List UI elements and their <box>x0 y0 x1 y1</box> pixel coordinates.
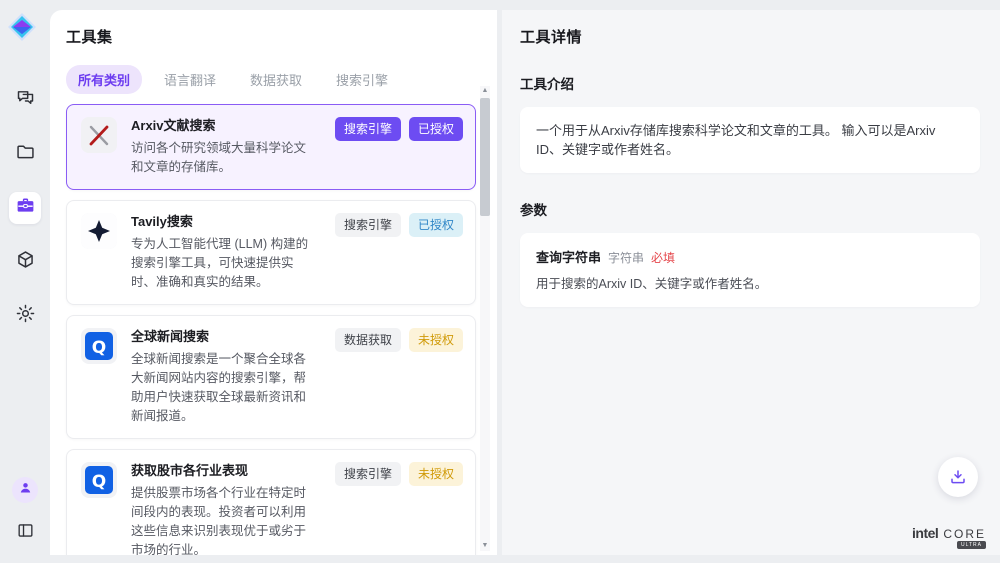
tool-card[interactable]: Tavily搜索专为人工智能代理 (LLM) 构建的搜索引擎工具，可快速提供实时… <box>66 200 476 305</box>
tool-title: Tavily搜索 <box>131 213 317 231</box>
app-window: 工具集 所有类别语言翻译数据获取搜索引擎 Arxiv文献搜索访问各个研究领域大量… <box>0 0 1000 563</box>
list-scrollbar[interactable]: ▲ ▼ <box>480 86 490 551</box>
auth-badge: 未授权 <box>409 328 463 352</box>
sidebar-item-user[interactable] <box>12 477 38 503</box>
scroll-down-arrow[interactable]: ▼ <box>482 541 489 551</box>
arxiv-icon <box>81 117 117 153</box>
blueq-icon: Q <box>81 328 117 364</box>
intro-heading: 工具介绍 <box>520 73 980 93</box>
toolset-panel: 工具集 所有类别语言翻译数据获取搜索引擎 Arxiv文献搜索访问各个研究领域大量… <box>50 10 497 555</box>
intel-wordmark: intel <box>912 525 938 541</box>
tool-title: 获取股市各行业表现 <box>131 462 317 480</box>
param-required-badge: 必填 <box>651 249 675 266</box>
cube-icon <box>15 249 36 275</box>
sidebar-item-chat[interactable] <box>9 84 41 116</box>
category-badge: 数据获取 <box>335 328 401 352</box>
tab-2[interactable]: 数据获取 <box>238 65 314 94</box>
detail-title: 工具详情 <box>520 26 980 47</box>
category-tabs: 所有类别语言翻译数据获取搜索引擎 <box>66 65 497 94</box>
core-wordmark: CORE <box>943 527 986 541</box>
auth-badge: 已授权 <box>409 213 463 237</box>
tab-1[interactable]: 语言翻译 <box>152 65 228 94</box>
sidebar-nav <box>9 84 41 332</box>
tool-description: 全球新闻搜索是一个聚合全球各大新闻网站内容的搜索引擎，帮助用户快速获取全球最新资… <box>131 350 317 426</box>
tool-title: Arxiv文献搜索 <box>131 117 317 135</box>
auth-badge: 未授权 <box>409 462 463 486</box>
tool-detail-panel: 工具详情 工具介绍 一个用于从Arxiv存储库搜索科学论文和文章的工具。 输入可… <box>502 10 1000 555</box>
tab-3[interactable]: 搜索引擎 <box>324 65 400 94</box>
intel-core-logo: intel CORE ULTRA <box>912 525 986 541</box>
param-name: 查询字符串 <box>536 247 601 266</box>
svg-text:Q: Q <box>92 338 106 358</box>
param-line: 查询字符串 字符串 必填 <box>536 247 964 266</box>
tool-description: 访问各个研究领域大量科学论文和文章的存储库。 <box>131 139 317 177</box>
params-heading: 参数 <box>520 199 980 219</box>
param-type: 字符串 <box>608 249 644 266</box>
tool-card[interactable]: Arxiv文献搜索访问各个研究领域大量科学论文和文章的存储库。搜索引擎已授权 <box>66 104 476 190</box>
category-badge: 搜索引擎 <box>335 213 401 237</box>
folder-icon <box>15 141 36 167</box>
sidebar-item-folder[interactable] <box>9 138 41 170</box>
param-description: 用于搜索的Arxiv ID、关键字或作者姓名。 <box>536 275 964 293</box>
tavily-icon <box>81 213 117 249</box>
toolset-title: 工具集 <box>66 26 497 47</box>
download-button[interactable] <box>938 457 978 497</box>
sidebar-item-cube[interactable] <box>9 246 41 278</box>
toolbox-icon <box>15 195 36 221</box>
tab-0[interactable]: 所有类别 <box>66 65 142 94</box>
chat-icon <box>15 87 36 113</box>
sidebar-bottom <box>9 477 41 549</box>
tool-description: 提供股票市场各个行业在特定时间段内的表现。投资者可以利用这些信息来识别表现优于或… <box>131 484 317 555</box>
tool-list: Arxiv文献搜索访问各个研究领域大量科学论文和文章的存储库。搜索引擎已授权Ta… <box>66 104 476 555</box>
download-icon <box>949 468 967 486</box>
user-icon <box>18 480 33 500</box>
main-area: 工具集 所有类别语言翻译数据获取搜索引擎 Arxiv文献搜索访问各个研究领域大量… <box>50 0 1000 563</box>
blueq-icon: Q <box>81 462 117 498</box>
intro-text: 一个用于从Arxiv存储库搜索科学论文和文章的工具。 输入可以是Arxiv ID… <box>536 121 964 159</box>
auth-badge: 已授权 <box>409 117 463 141</box>
sidebar-item-toolbox[interactable] <box>9 192 41 224</box>
tool-description: 专为人工智能代理 (LLM) 构建的搜索引擎工具，可快速提供实时、准确和真实的结… <box>131 235 317 292</box>
intro-box: 一个用于从Arxiv存储库搜索科学论文和文章的工具。 输入可以是Arxiv ID… <box>520 107 980 173</box>
ultra-badge: ULTRA <box>957 541 986 549</box>
scroll-thumb[interactable] <box>480 98 490 216</box>
scroll-up-arrow[interactable]: ▲ <box>482 86 489 96</box>
sidebar <box>0 0 50 563</box>
gear-icon <box>15 303 36 329</box>
tool-title: 全球新闻搜索 <box>131 328 317 346</box>
category-badge: 搜索引擎 <box>335 462 401 486</box>
param-box: 查询字符串 字符串 必填 用于搜索的Arxiv ID、关键字或作者姓名。 <box>520 233 980 307</box>
tool-card[interactable]: Q 全球新闻搜索全球新闻搜索是一个聚合全球各大新闻网站内容的搜索引擎，帮助用户快速… <box>66 315 476 439</box>
app-logo-icon <box>7 12 37 42</box>
tool-card[interactable]: Q 获取股市各行业表现提供股票市场各个行业在特定时间段内的表现。投资者可以利用这些… <box>66 449 476 555</box>
sidebar-item-settings[interactable] <box>9 300 41 332</box>
sidebar-item-panel-toggle[interactable] <box>9 517 41 549</box>
svg-text:Q: Q <box>92 472 106 492</box>
panel-toggle-icon <box>16 521 35 545</box>
category-badge: 搜索引擎 <box>335 117 401 141</box>
